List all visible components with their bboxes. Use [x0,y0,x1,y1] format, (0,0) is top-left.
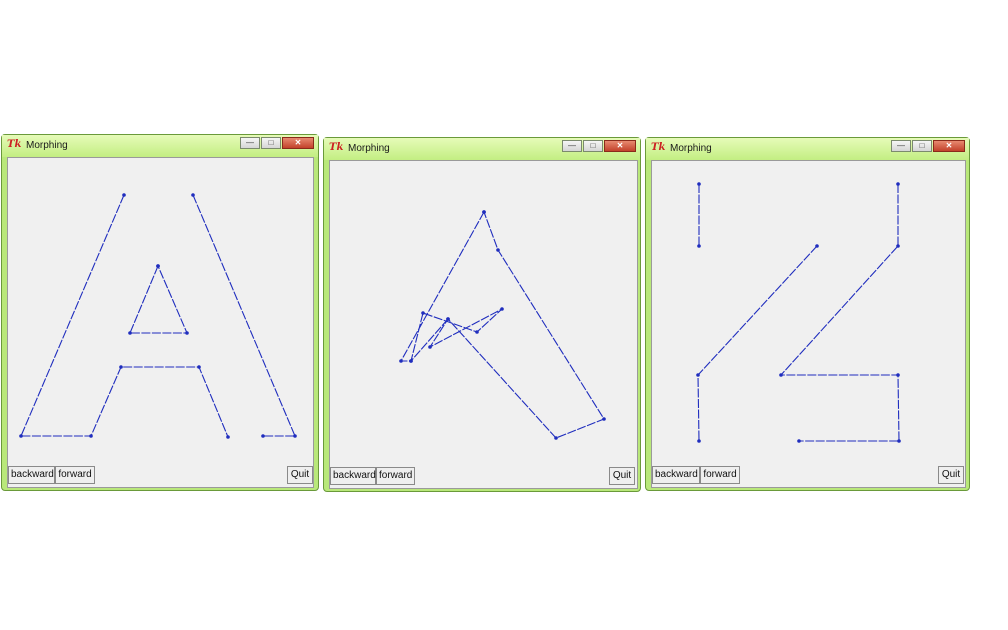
window-title: Morphing [26,140,68,151]
button-bar: backward forward Quit [330,464,637,488]
morph-canvas [19,193,297,439]
morph-path [20,194,229,438]
morph-vertex [89,434,93,438]
forward-button[interactable]: forward [376,467,415,485]
button-bar: backward forward Quit [8,463,313,487]
window-title: Morphing [348,143,390,154]
minimize-icon[interactable]: — [240,137,260,149]
window-client: backward forward Quit [651,160,966,488]
morph-vertex [500,307,504,311]
morph-path [697,245,818,442]
window-client: backward forward Quit [7,157,314,488]
morph-path [400,211,605,439]
minimize-icon[interactable]: — [891,140,911,152]
morph-vertex [602,417,606,421]
morph-vertex [122,193,126,197]
morph-vertex [446,317,450,321]
close-icon[interactable]: ✕ [282,137,314,149]
morph-vertex [399,359,403,363]
morph-vertex [19,434,23,438]
morph-vertex [428,345,432,349]
morph-vertex [896,244,900,248]
morph-path [129,265,188,334]
morph-vertex [697,244,701,248]
morph-vertex [496,248,500,252]
morph-vertex [897,439,901,443]
morph-vertex [409,359,413,363]
backward-button[interactable]: backward [330,467,376,485]
morph-vertex [197,365,201,369]
backward-button[interactable]: backward [8,466,55,484]
button-bar: backward forward Quit [652,463,965,487]
morph-vertex [896,182,900,186]
tk-logo-icon: Tk [7,139,22,150]
morphing-window-3: Tk Morphing — □ ✕ backward forward Quit [645,137,970,491]
morph-vertex [697,182,701,186]
morph-vertex [779,373,783,377]
morph-canvas [399,210,606,440]
morphing-window-2: Tk Morphing — □ ✕ backward forward Quit [323,137,641,492]
quit-button[interactable]: Quit [609,467,635,485]
quit-button[interactable]: Quit [287,466,313,484]
maximize-icon[interactable]: □ [912,140,932,152]
morph-canvas [696,182,901,443]
title-bar[interactable]: Tk Morphing — □ ✕ [2,135,318,157]
morph-vertex [697,439,701,443]
close-icon[interactable]: ✕ [604,140,636,152]
morph-vertex [128,331,132,335]
morph-vertex [554,436,558,440]
morphing-window-1: Tk Morphing — □ ✕ backward forward Quit [1,134,319,491]
maximize-icon[interactable]: □ [261,137,281,149]
morph-vertex [896,373,900,377]
morph-vertex [293,434,297,438]
morph-vertex [696,373,700,377]
minimize-icon[interactable]: — [562,140,582,152]
morph-vertex [797,439,801,443]
morph-path [779,184,900,442]
morph-vertex [482,210,486,214]
tk-logo-icon: Tk [651,142,666,153]
forward-button[interactable]: forward [700,466,740,484]
morph-vertex [475,330,479,334]
title-bar[interactable]: Tk Morphing — □ ✕ [646,138,969,160]
morph-vertex [191,193,195,197]
backward-button[interactable]: backward [652,466,700,484]
window-title: Morphing [670,143,712,154]
window-client: backward forward Quit [329,160,638,489]
morph-vertex [421,311,425,315]
quit-button[interactable]: Quit [938,466,964,484]
title-bar[interactable]: Tk Morphing — □ ✕ [324,138,640,160]
maximize-icon[interactable]: □ [583,140,603,152]
morph-vertex [226,435,230,439]
morph-vertex [815,244,819,248]
morph-vertex [185,331,189,335]
morph-path [192,194,296,437]
tk-logo-icon: Tk [329,142,344,153]
forward-button[interactable]: forward [55,466,95,484]
morph-vertex [119,365,123,369]
morph-vertex [261,434,265,438]
morph-vertex [156,264,160,268]
close-icon[interactable]: ✕ [933,140,965,152]
